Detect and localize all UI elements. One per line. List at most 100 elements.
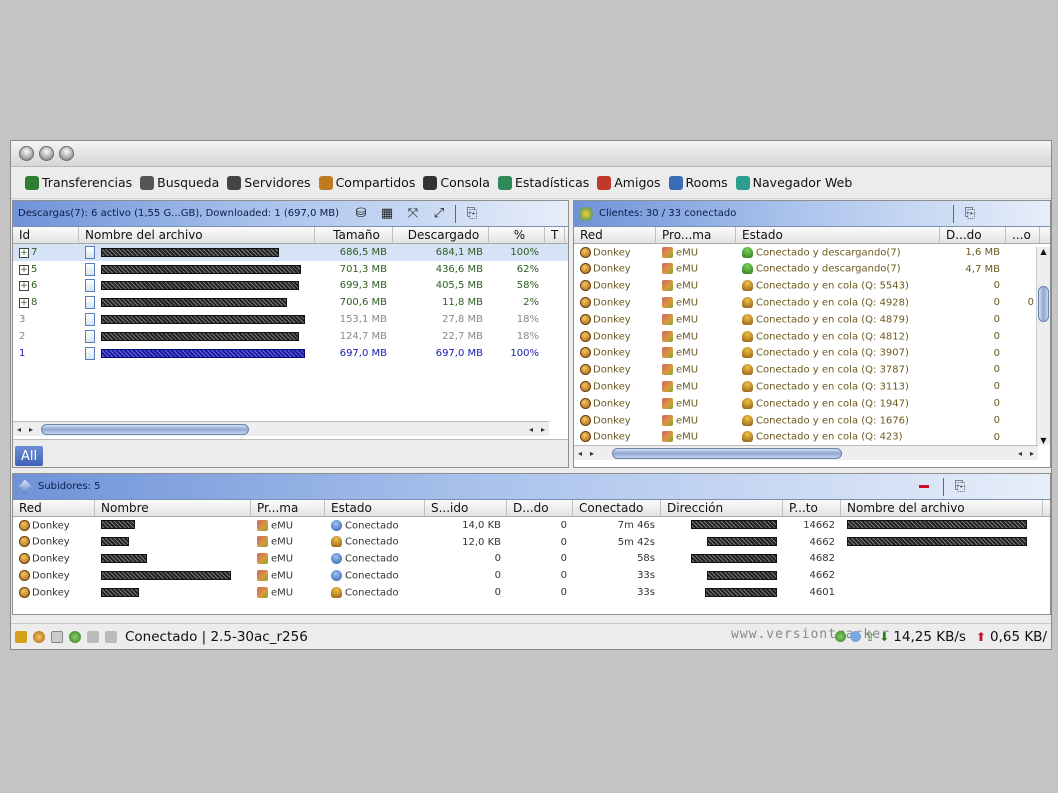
client-row[interactable]: Donkey eMU Conectado y en cola (Q: 1947) 0 (574, 395, 1050, 412)
scroll-right-icon[interactable]: ▸ (586, 449, 598, 458)
client-row[interactable]: Donkey eMU Conectado y en cola (Q: 1676) 0 (574, 412, 1050, 429)
column-header[interactable]: % (489, 227, 545, 243)
toolbar-item-search[interactable]: Busqueda (140, 175, 219, 190)
column-header[interactable]: Dirección (661, 500, 783, 516)
toolbar-item-browser[interactable]: Navegador Web (735, 175, 852, 190)
column-header[interactable]: Tamaño (315, 227, 393, 243)
toolbar-item-transfers[interactable]: Transferencias (25, 175, 132, 190)
column-header[interactable]: Pr...ma (251, 500, 325, 516)
find-icon[interactable]: ⎘ (960, 205, 980, 223)
download-row[interactable]: +7 686,5 MB 684,1 MB 100% (13, 244, 568, 261)
donkey-icon (580, 280, 591, 292)
client-row[interactable]: Donkey eMU Conectado y en cola (Q: 3907) 0 (574, 345, 1050, 362)
scroll-right-icon[interactable]: ▸ (537, 425, 549, 434)
client-row[interactable]: Donkey eMU Conectado y en cola (Q: 5543) 0 (574, 278, 1050, 295)
clients-scroll-thumb-h[interactable] (612, 447, 842, 459)
client-row[interactable]: Donkey eMU Conectado y descargando(7) 4,7 M… (574, 261, 1050, 278)
download-size: 700,6 MB (339, 297, 387, 309)
column-header[interactable]: Nombre del archivo (841, 500, 1043, 516)
scroll-down-icon[interactable]: ▼ (1037, 436, 1050, 445)
disk-icon[interactable]: ⛁ (351, 205, 371, 223)
client-program-cell: eMU (656, 297, 736, 309)
columns-icon[interactable]: ▦ (377, 205, 397, 223)
zoom-window-button[interactable] (59, 146, 74, 161)
column-header[interactable]: P...to (783, 500, 841, 516)
collapse-icon[interactable]: ⤧ (403, 205, 423, 223)
client-row[interactable]: Donkey eMU Conectado y en cola (Q: 4928) 0 0 (574, 294, 1050, 311)
client-downloaded: 0 (993, 314, 1000, 326)
scroll-right-icon[interactable]: ▸ (1026, 449, 1038, 458)
column-header[interactable]: Descargado (393, 227, 489, 243)
client-row[interactable]: Donkey eMU Conectado y en cola (Q: 423) 0 (574, 429, 1050, 443)
client-status-cell: Conectado y descargando(7) (736, 246, 940, 258)
download-row[interactable]: +8 700,6 MB 11,8 MB 2% (13, 294, 568, 311)
expand-icon[interactable]: ⤢ (429, 205, 449, 223)
toolbar-item-servers[interactable]: Servidores (227, 175, 311, 190)
uploader-row[interactable]: Donkey eMU Conectado 0 0 33s 4662 (13, 567, 1050, 584)
client-program: eMU (676, 263, 699, 275)
uploader-row[interactable]: Donkey eMU Conectado 14,0 KB 0 7m 46s 14662 (13, 517, 1050, 534)
toolbar-item-label: Consola (440, 175, 490, 190)
download-row[interactable]: 3 153,1 MB 27,8 MB 18% (13, 311, 568, 328)
filter-all-button[interactable]: All (15, 446, 43, 466)
column-header[interactable]: Nombre del archivo (79, 227, 315, 243)
scroll-left-icon[interactable]: ◂ (574, 449, 586, 458)
column-header[interactable]: D...do (940, 227, 1006, 243)
scroll-left-icon[interactable]: ◂ (525, 425, 537, 434)
scroll-right-icon[interactable]: ▸ (25, 425, 37, 434)
expand-icon[interactable]: + (19, 264, 29, 275)
downloads-scroll-thumb[interactable] (41, 423, 249, 435)
column-header[interactable]: Red (13, 500, 95, 516)
clients-vscrollbar[interactable]: ▲ ▼ (1036, 247, 1050, 445)
download-row[interactable]: +5 701,3 MB 436,6 MB 62% (13, 261, 568, 278)
toolbar-item-rooms[interactable]: Rooms (668, 175, 728, 190)
find-icon[interactable]: ⎘ (950, 478, 970, 496)
download-row[interactable]: 1 697,0 MB 697,0 MB 100% (13, 345, 568, 362)
expand-icon[interactable]: + (19, 298, 29, 309)
client-row[interactable]: Donkey eMU Conectado y en cola (Q: 3113) 0 (574, 378, 1050, 395)
column-header[interactable]: Nombre (95, 500, 251, 516)
clients-hscrollbar[interactable]: ◂ ▸ ◂ ▸ (574, 445, 1038, 460)
column-header[interactable]: D...do (507, 500, 573, 516)
column-header[interactable]: Id (13, 227, 79, 243)
column-header[interactable]: Pro...ma (656, 227, 736, 243)
column-header[interactable]: Conectado (573, 500, 661, 516)
client-row[interactable]: Donkey eMU Conectado y descargando(7) 1,6 M… (574, 244, 1050, 261)
find-icon[interactable]: ⎘ (462, 205, 482, 223)
client-network: Donkey (593, 263, 631, 275)
scroll-left-icon[interactable]: ◂ (1014, 449, 1026, 458)
uploader-row[interactable]: Donkey eMU Conectado 12,0 KB 0 5m 42s 4662 (13, 534, 1050, 551)
client-row[interactable]: Donkey eMU Conectado y en cola (Q: 4879) 0 (574, 311, 1050, 328)
column-header[interactable]: S...ido (425, 500, 507, 516)
scroll-up-icon[interactable]: ▲ (1037, 247, 1050, 256)
expand-icon[interactable]: + (19, 281, 29, 292)
queued-icon (742, 381, 753, 393)
toolbar-item-friends[interactable]: Amigos (597, 175, 661, 190)
remove-icon[interactable] (919, 485, 929, 488)
scroll-left-icon[interactable]: ◂ (13, 425, 25, 434)
minimize-window-button[interactable] (39, 146, 54, 161)
uploader-row[interactable]: Donkey eMU Conectado 0 0 33s 4601 (13, 584, 1050, 601)
column-header[interactable]: T (545, 227, 565, 243)
column-header[interactable]: Estado (325, 500, 425, 516)
client-downloaded: 0 (993, 364, 1000, 376)
toolbar-item-shared[interactable]: Compartidos (318, 175, 415, 190)
clients-scroll-thumb[interactable] (1038, 286, 1049, 322)
uploader-row[interactable]: Donkey eMU Conectado 0 0 58s 4682 (13, 551, 1050, 568)
toolbar-item-stats[interactable]: Estadísticas (497, 175, 589, 190)
column-header[interactable]: Red (574, 227, 656, 243)
expand-icon[interactable]: + (19, 247, 29, 258)
donkey-icon (580, 313, 591, 325)
client-row[interactable]: Donkey eMU Conectado y en cola (Q: 3787) 0 (574, 362, 1050, 379)
downloads-hscrollbar[interactable]: ◂ ▸ ◂ ▸ (13, 421, 549, 436)
traffic-icon (850, 631, 862, 642)
close-window-button[interactable] (19, 146, 34, 161)
column-header[interactable]: ...o (1006, 227, 1040, 243)
client-downloaded: 0 (993, 381, 1000, 393)
column-header[interactable]: Estado (736, 227, 940, 243)
download-row[interactable]: +6 699,3 MB 405,5 MB 58% (13, 278, 568, 295)
client-row[interactable]: Donkey eMU Conectado y en cola (Q: 4812) 0 (574, 328, 1050, 345)
toolbar-item-console[interactable]: Consola (423, 175, 490, 190)
download-row[interactable]: 2 124,7 MB 22,7 MB 18% (13, 328, 568, 345)
uploader-status: Conectado (345, 553, 399, 565)
